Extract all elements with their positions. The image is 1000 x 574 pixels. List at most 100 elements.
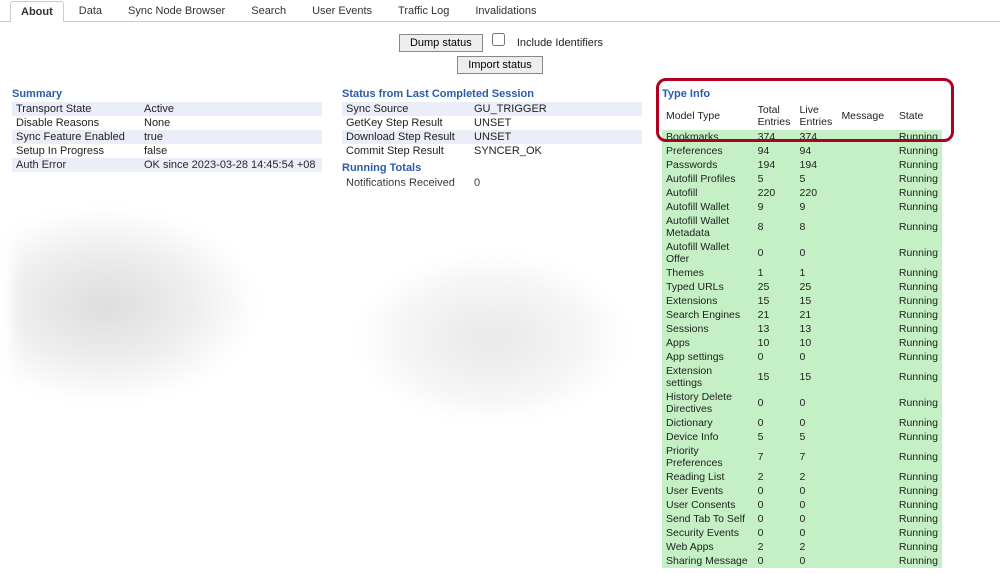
type-cell-total: 5: [754, 430, 796, 444]
type-cell-name: User Events: [662, 484, 754, 498]
last-session-table: Sync SourceGU_TRIGGERGetKey Step ResultU…: [342, 102, 642, 158]
include-identifiers-checkbox[interactable]: [492, 33, 505, 46]
type-cell-state: Running: [895, 214, 942, 240]
type-cell-state: Running: [895, 240, 942, 266]
type-cell-name: Autofill Profiles: [662, 172, 754, 186]
type-cell-state: Running: [895, 130, 942, 144]
type-cell-total: 9: [754, 200, 796, 214]
type-cell-name: Sharing Message: [662, 554, 754, 568]
type-cell-state: Running: [895, 540, 942, 554]
type-cell-state: Running: [895, 200, 942, 214]
type-cell-total: 0: [754, 240, 796, 266]
import-status-button[interactable]: Import status: [457, 56, 543, 74]
type-cell-state: Running: [895, 484, 942, 498]
kv-value: SYNCER_OK: [470, 144, 642, 158]
type-cell-live: 9: [796, 200, 838, 214]
type-row: Autofill220220Running: [662, 186, 942, 200]
type-cell-msg: [837, 364, 894, 390]
type-cell-live: 0: [796, 526, 838, 540]
type-row: Apps1010Running: [662, 336, 942, 350]
redacted-region: [342, 190, 642, 560]
include-identifiers-label[interactable]: Include Identifiers: [517, 37, 603, 49]
type-header: State: [895, 102, 942, 130]
type-cell-total: 0: [754, 526, 796, 540]
type-cell-live: 15: [796, 364, 838, 390]
tab-traffic-log[interactable]: Traffic Log: [387, 0, 460, 21]
type-cell-total: 5: [754, 172, 796, 186]
type-cell-total: 0: [754, 512, 796, 526]
type-row: Search Engines2121Running: [662, 308, 942, 322]
type-cell-msg: [837, 266, 894, 280]
type-cell-total: 2: [754, 540, 796, 554]
type-cell-msg: [837, 130, 894, 144]
type-row: Autofill Wallet99Running: [662, 200, 942, 214]
type-cell-msg: [837, 158, 894, 172]
type-cell-state: Running: [895, 390, 942, 416]
type-cell-state: Running: [895, 186, 942, 200]
type-cell-live: 220: [796, 186, 838, 200]
type-row: Bookmarks374374Running: [662, 130, 942, 144]
type-cell-msg: [837, 430, 894, 444]
type-cell-name: History Delete Directives: [662, 390, 754, 416]
type-cell-msg: [837, 484, 894, 498]
type-cell-name: Device Info: [662, 430, 754, 444]
kv-row: Commit Step ResultSYNCER_OK: [342, 144, 642, 158]
type-header: Total Entries: [754, 102, 796, 130]
kv-value: GU_TRIGGER: [470, 102, 642, 116]
type-cell-total: 0: [754, 350, 796, 364]
type-row: Extension settings1515Running: [662, 364, 942, 390]
kv-row: Sync SourceGU_TRIGGER: [342, 102, 642, 116]
type-cell-live: 0: [796, 498, 838, 512]
type-cell-live: 94: [796, 144, 838, 158]
type-cell-total: 0: [754, 498, 796, 512]
type-cell-name: Preferences: [662, 144, 754, 158]
type-row: Passwords194194Running: [662, 158, 942, 172]
type-cell-total: 0: [754, 416, 796, 430]
kv-key: Download Step Result: [342, 130, 470, 144]
type-cell-total: 7: [754, 444, 796, 470]
type-cell-live: 1: [796, 266, 838, 280]
tab-about[interactable]: About: [10, 1, 64, 22]
kv-key: Transport State: [12, 102, 140, 116]
type-cell-live: 21: [796, 308, 838, 322]
kv-row: Sync Feature Enabledtrue: [12, 130, 322, 144]
type-cell-name: Passwords: [662, 158, 754, 172]
type-cell-name: Typed URLs: [662, 280, 754, 294]
type-cell-msg: [837, 280, 894, 294]
type-cell-live: 13: [796, 322, 838, 336]
type-cell-name: Priority Preferences: [662, 444, 754, 470]
type-cell-live: 15: [796, 294, 838, 308]
type-cell-state: Running: [895, 322, 942, 336]
tab-user-events[interactable]: User Events: [301, 0, 383, 21]
type-row: Extensions1515Running: [662, 294, 942, 308]
type-cell-total: 25: [754, 280, 796, 294]
type-cell-live: 8: [796, 214, 838, 240]
summary-table: Transport StateActiveDisable ReasonsNone…: [12, 102, 322, 172]
dump-status-button[interactable]: Dump status: [399, 34, 483, 52]
type-cell-live: 10: [796, 336, 838, 350]
tab-invalidations[interactable]: Invalidations: [464, 0, 547, 21]
kv-key: Notifications Received: [342, 176, 470, 190]
type-cell-msg: [837, 554, 894, 568]
type-row: Typed URLs2525Running: [662, 280, 942, 294]
type-row: Device Info55Running: [662, 430, 942, 444]
type-cell-live: 0: [796, 554, 838, 568]
type-cell-live: 194: [796, 158, 838, 172]
type-cell-msg: [837, 322, 894, 336]
type-cell-msg: [837, 470, 894, 484]
last-session-heading: Status from Last Completed Session: [342, 88, 642, 100]
type-cell-state: Running: [895, 364, 942, 390]
kv-value: None: [140, 116, 322, 130]
type-cell-name: Autofill: [662, 186, 754, 200]
kv-value: OK since 2023-03-28 14:45:54 +08: [140, 158, 322, 172]
type-cell-msg: [837, 498, 894, 512]
tab-data[interactable]: Data: [68, 0, 113, 21]
type-cell-live: 0: [796, 240, 838, 266]
type-cell-msg: [837, 336, 894, 350]
tab-search[interactable]: Search: [240, 0, 297, 21]
type-row: Reading List22Running: [662, 470, 942, 484]
kv-key: GetKey Step Result: [342, 116, 470, 130]
type-cell-live: 0: [796, 350, 838, 364]
tab-sync-node-browser[interactable]: Sync Node Browser: [117, 0, 236, 21]
type-cell-live: 0: [796, 512, 838, 526]
